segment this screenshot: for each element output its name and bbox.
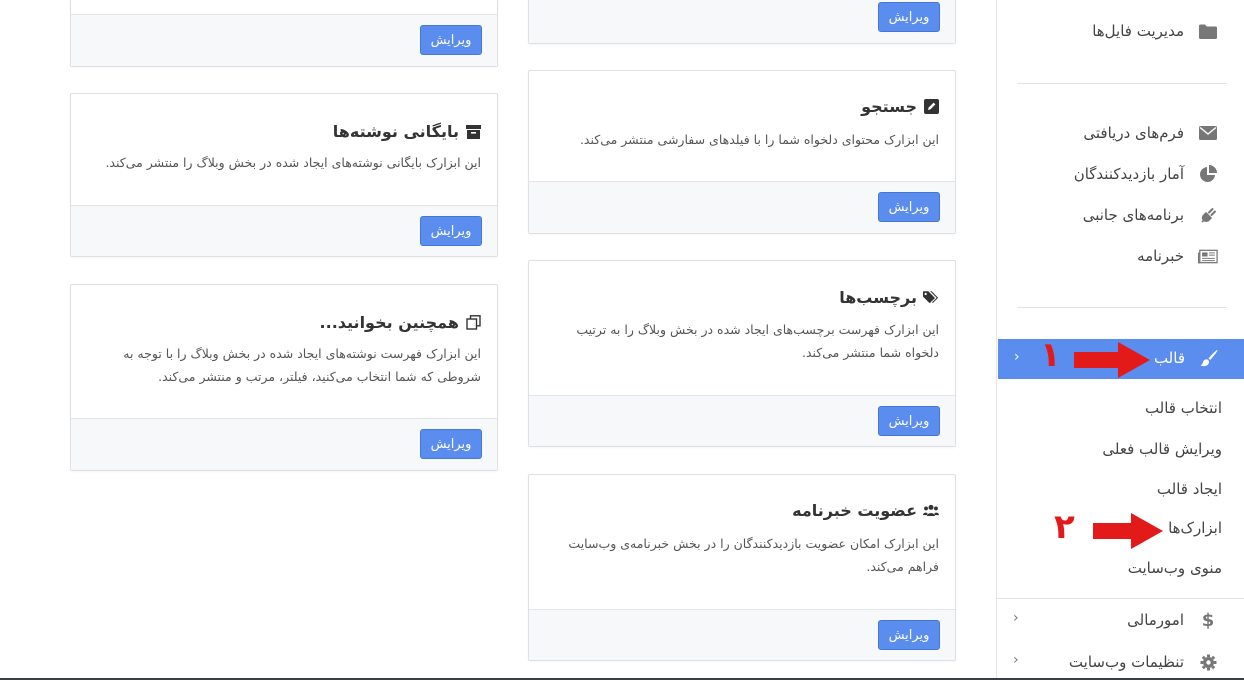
sidebar-item-label: امورمالی	[1127, 611, 1184, 629]
widget-card-tags: برچسب‌ها این ابزارک فهرست برچسب‌های ایجا…	[528, 260, 956, 447]
sidebar-item-plugins[interactable]: برنامه‌های جانبی	[1083, 205, 1218, 225]
folder-icon	[1198, 21, 1218, 41]
tags-icon	[923, 290, 939, 306]
edit-button[interactable]: ویرایش	[878, 192, 940, 222]
sidebar-item-finance[interactable]: $ امورمالی	[1127, 609, 1218, 631]
sidebar-divider	[997, 598, 1244, 599]
edit-button[interactable]: ویرایش	[420, 25, 482, 55]
card-footer: ویرایش	[71, 14, 497, 66]
dollar-icon: $	[1201, 609, 1215, 631]
envelope-icon	[1198, 123, 1218, 143]
widget-card-archive: بایگانی نوشته‌ها این ابزارک بایگانی نوشت…	[70, 93, 498, 257]
card-title: بایگانی نوشته‌ها	[333, 122, 481, 141]
widget-card-search: جستجو این ابزارک محتوای دلخواه شما را با…	[528, 70, 956, 234]
edit-button[interactable]: ویرایش	[878, 620, 940, 650]
edit-icon	[923, 99, 939, 115]
plug-icon	[1198, 205, 1218, 225]
card-title-text: همچنین بخوانید...	[319, 313, 459, 332]
users-icon	[923, 503, 939, 519]
card-title-text: برچسب‌ها	[839, 288, 917, 307]
gear-icon	[1198, 652, 1218, 672]
sidebar-item-file-manager[interactable]: مدیریت فایل‌ها	[1092, 21, 1218, 41]
card-footer: ویرایش	[529, 395, 955, 446]
card-title: عضویت خبرنامه	[792, 501, 939, 520]
sidebar-item-theme-content: قالب	[1154, 348, 1219, 368]
newspaper-icon	[1198, 246, 1218, 266]
card-description: این ابزارک فهرست نوشته‌های ایجاد شده در …	[123, 346, 481, 384]
annotation-number-one: ۱	[1040, 335, 1061, 375]
sidebar-item-label: فرم‌های دریافتی	[1083, 124, 1184, 142]
card-title-text: بایگانی نوشته‌ها	[332, 122, 459, 141]
sidebar-item-newsletter[interactable]: خبرنامه	[1137, 246, 1218, 266]
chevron-right-icon[interactable]: ›	[1013, 610, 1019, 626]
sidebar-subitem-create-theme[interactable]: ایجاد قالب	[1157, 480, 1222, 498]
card-description: این ابزارک بایگانی نوشته‌های ایجاد شده د…	[105, 155, 481, 170]
card-title-text: عضویت خبرنامه	[792, 501, 917, 520]
archive-icon	[465, 124, 481, 140]
sidebar-subitem-choose-theme[interactable]: انتخاب قالب	[1145, 399, 1222, 417]
widget-card-top-left: ویرایش	[70, 0, 498, 67]
chevron-right-icon[interactable]: ›	[1013, 652, 1019, 668]
edit-button[interactable]: ویرایش	[878, 2, 940, 32]
widget-card-newsletter: عضویت خبرنامه این ابزارک امکان عضویت باز…	[528, 474, 956, 661]
card-footer: ویرایش	[71, 418, 497, 470]
sidebar-item-forms[interactable]: فرم‌های دریافتی	[1083, 123, 1218, 143]
card-title: جستجو	[861, 97, 939, 116]
card-description: این ابزارک محتوای دلخواه شما را با فیلده…	[579, 132, 939, 147]
sidebar-item-label: خبرنامه	[1137, 247, 1184, 265]
annotation-arrow-icon	[1093, 513, 1163, 549]
sidebar-item-label: تنظیمات وب‌سایت	[1068, 653, 1184, 671]
sidebar-divider	[1017, 307, 1227, 308]
sidebar-subitem-edit-theme[interactable]: ویرایش قالب فعلی	[1102, 440, 1222, 458]
sidebar-item-stats[interactable]: آمار بازدیدکنندگان	[1074, 164, 1218, 184]
sidebar-item-label: مدیریت فایل‌ها	[1092, 22, 1184, 40]
edit-button[interactable]: ویرایش	[878, 406, 940, 436]
sidebar-divider	[1017, 83, 1227, 84]
card-title: همچنین بخوانید...	[320, 313, 481, 332]
pie-chart-icon	[1198, 164, 1218, 184]
sidebar-subitem-website-menu[interactable]: منوی وب‌سایت	[1128, 559, 1222, 577]
sidebar-item-label: آمار بازدیدکنندگان	[1073, 165, 1184, 183]
sidebar-item-settings[interactable]: تنظیمات وب‌سایت	[1069, 652, 1218, 672]
card-footer: ویرایش	[71, 205, 497, 256]
copy-icon	[465, 315, 481, 331]
annotation-arrow-icon	[1074, 342, 1150, 378]
card-description: این ابزارک امکان عضویت بازدیدکنندگان را …	[568, 536, 939, 574]
widget-card-top-middle: ویرایش	[528, 0, 956, 44]
card-title: برچسب‌ها	[839, 288, 939, 307]
annotation-number-two: ۲	[1054, 507, 1075, 547]
card-description: این ابزارک فهرست برچسب‌های ایجاد شده در …	[576, 322, 939, 360]
edit-button[interactable]: ویرایش	[420, 216, 482, 246]
card-footer: ویرایش	[529, 181, 955, 233]
sidebar-subitem-widgets[interactable]: ابزارک‌ها	[1168, 519, 1222, 537]
card-title-text: جستجو	[861, 97, 917, 116]
card-footer: ویرایش	[529, 0, 955, 43]
sidebar-item-label: قالب	[1153, 349, 1185, 367]
edit-button[interactable]: ویرایش	[420, 429, 482, 459]
sidebar-item-label: برنامه‌های جانبی	[1082, 206, 1184, 224]
chevron-right-icon[interactable]: ›	[1014, 349, 1020, 365]
paint-brush-icon	[1199, 348, 1219, 368]
widget-card-related: همچنین بخوانید... این ابزارک فهرست نوشته…	[70, 284, 498, 471]
card-footer: ویرایش	[529, 609, 955, 660]
